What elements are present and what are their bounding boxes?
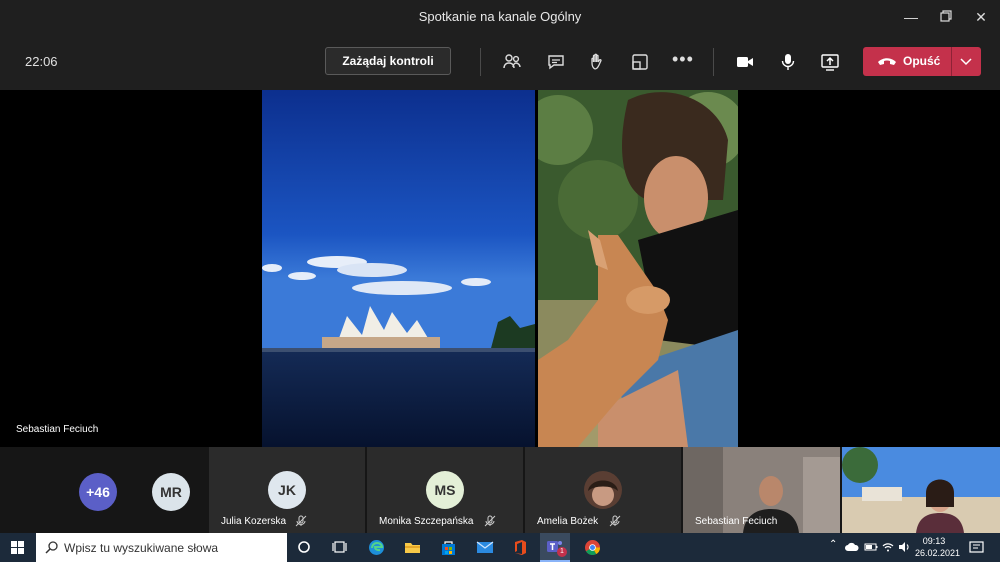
edge-browser-icon[interactable] bbox=[368, 539, 385, 556]
taskbar-search-box[interactable]: Wpisz tu wyszukiwane słowa bbox=[36, 533, 287, 562]
volume-icon[interactable] bbox=[898, 541, 911, 553]
main-video-stage: Sebastian Feciuch bbox=[0, 90, 1000, 447]
search-icon bbox=[45, 541, 58, 554]
action-center-icon[interactable] bbox=[969, 540, 984, 555]
onedrive-icon[interactable] bbox=[845, 542, 859, 552]
leave-divider bbox=[951, 47, 952, 76]
microphone-icon[interactable] bbox=[778, 52, 798, 72]
participant-tile[interactable]: MS Monika Szczepańska bbox=[367, 447, 523, 533]
participants-icon[interactable] bbox=[502, 52, 522, 72]
minimize-icon[interactable]: — bbox=[900, 6, 922, 28]
kangaroo-video-frame bbox=[538, 90, 738, 447]
leave-button[interactable]: Opuść bbox=[863, 47, 981, 76]
overflow-participants-button[interactable]: +46 bbox=[79, 473, 117, 511]
raise-hand-icon[interactable] bbox=[588, 52, 608, 72]
windows-taskbar: Wpisz tu wyszukiwane słowa 1 ⌃ 09:13 26.… bbox=[0, 533, 1000, 562]
muted-microphone-icon bbox=[609, 515, 621, 527]
title-bar: Spotkanie na kanale Ogólny — ✕ bbox=[0, 0, 1000, 34]
camera-icon[interactable] bbox=[735, 52, 755, 72]
avatar: MS bbox=[426, 471, 464, 509]
leave-label: Opuść bbox=[903, 54, 941, 68]
avatar: JK bbox=[268, 471, 306, 509]
chrome-icon[interactable] bbox=[584, 539, 601, 556]
close-icon[interactable]: ✕ bbox=[970, 6, 992, 28]
search-placeholder: Wpisz tu wyszukiwane słowa bbox=[64, 541, 219, 555]
chevron-up-icon[interactable]: ⌃ bbox=[829, 539, 837, 550]
meeting-timer: 22:06 bbox=[25, 54, 58, 69]
rooms-icon[interactable] bbox=[630, 52, 650, 72]
wifi-icon[interactable] bbox=[882, 541, 894, 553]
hang-up-icon bbox=[878, 58, 896, 65]
mail-icon[interactable] bbox=[476, 540, 494, 555]
more-options-icon[interactable]: ••• bbox=[672, 50, 693, 70]
task-view-icon[interactable] bbox=[332, 540, 347, 554]
taskbar-clock[interactable]: 09:13 26.02.2021 bbox=[915, 535, 961, 559]
battery-icon[interactable] bbox=[864, 542, 878, 552]
chevron-down-icon[interactable] bbox=[959, 57, 973, 67]
notification-badge: 1 bbox=[557, 547, 567, 557]
windows-start-icon[interactable] bbox=[11, 541, 24, 554]
meeting-toolbar: 22:06 Zażądaj kontroli ••• Opuść bbox=[0, 34, 1000, 90]
participant-tile[interactable]: JK Julia Kozerska bbox=[209, 447, 365, 533]
restore-icon[interactable] bbox=[935, 6, 957, 28]
toolbar-divider bbox=[713, 48, 714, 76]
request-control-button[interactable]: Zażądaj kontroli bbox=[325, 47, 451, 75]
participant-strip: +46 MR JK Julia Kozerska MS Monika Szcze… bbox=[0, 447, 1000, 533]
file-explorer-icon[interactable] bbox=[404, 539, 421, 556]
avatar bbox=[584, 471, 622, 509]
participant-name: Amelia Bożek bbox=[537, 516, 599, 527]
avatar[interactable]: MR bbox=[152, 473, 190, 511]
participant-video-tile[interactable]: Sebastian Feciuch bbox=[683, 447, 840, 533]
teams-taskbar-button[interactable]: 1 bbox=[540, 533, 570, 562]
active-speaker-name: Sebastian Feciuch bbox=[16, 424, 99, 435]
window-title: Spotkanie na kanale Ogólny bbox=[418, 9, 582, 24]
participant-name: Sebastian Feciuch bbox=[695, 516, 778, 527]
share-screen-icon[interactable] bbox=[820, 52, 840, 72]
cortana-icon[interactable] bbox=[297, 540, 311, 554]
participant-video bbox=[842, 447, 1000, 533]
muted-microphone-icon bbox=[295, 515, 307, 527]
opera-house-video-frame bbox=[262, 90, 535, 447]
clock-time: 09:13 bbox=[922, 536, 946, 546]
participant-name: Monika Szczepańska bbox=[379, 516, 474, 527]
participant-tile[interactable]: Amelia Bożek bbox=[525, 447, 681, 533]
participant-video-tile[interactable] bbox=[842, 447, 1000, 533]
participant-name: Julia Kozerska bbox=[221, 516, 287, 527]
office-icon[interactable] bbox=[512, 539, 528, 556]
toolbar-divider bbox=[480, 48, 481, 76]
muted-microphone-icon bbox=[484, 515, 496, 527]
chat-icon[interactable] bbox=[546, 52, 566, 72]
clock-date: 26.02.2021 bbox=[915, 548, 961, 558]
store-icon[interactable] bbox=[440, 539, 457, 556]
